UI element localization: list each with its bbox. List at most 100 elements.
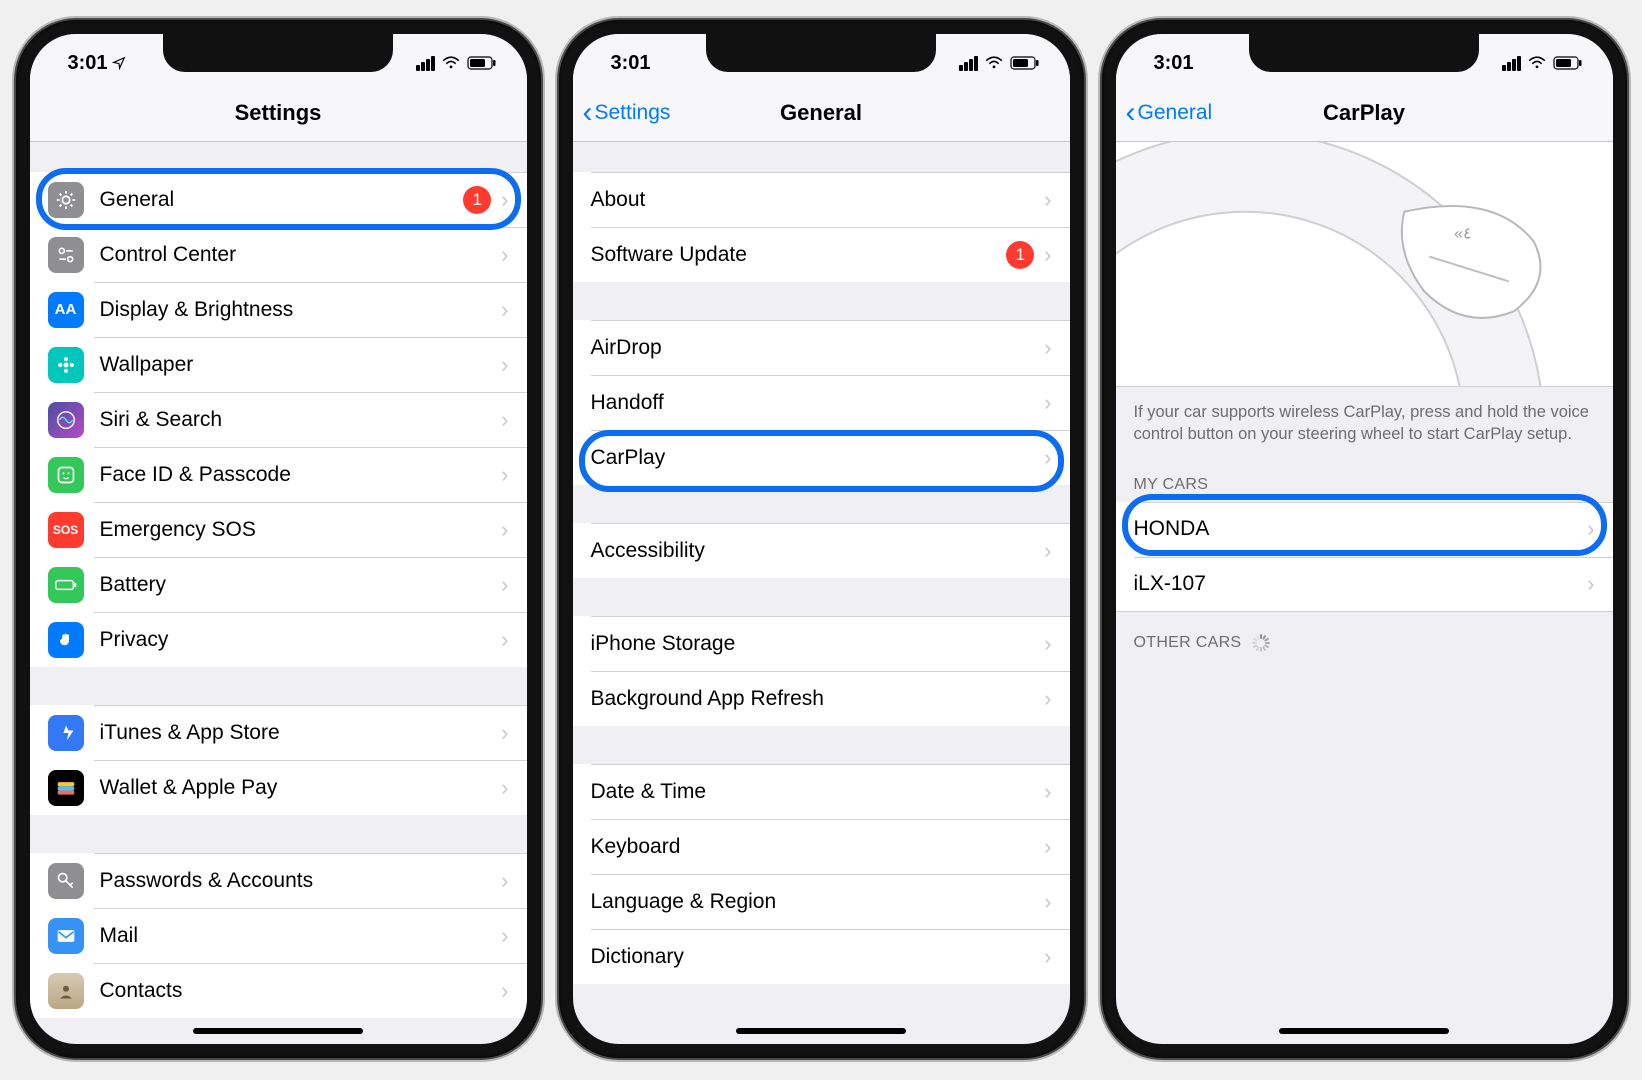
switches-icon — [48, 237, 84, 273]
general-row-carplay[interactable]: CarPlay › — [573, 430, 1070, 485]
chevron-right-icon: › — [1044, 242, 1051, 268]
cell-label: About — [591, 188, 1037, 212]
cell-label: Dictionary — [591, 945, 1037, 969]
wifi-icon — [1527, 56, 1547, 70]
phone-carplay: 3:01 ‹ General CarPlay «٤ — [1102, 20, 1627, 1058]
battery-icon — [467, 56, 497, 70]
general-row-about[interactable]: About › — [573, 172, 1070, 227]
siri-icon — [48, 402, 84, 438]
status-time: 3:01 — [68, 52, 108, 75]
notification-badge: 1 — [463, 186, 491, 214]
home-indicator[interactable] — [193, 1028, 363, 1034]
location-icon — [112, 56, 126, 70]
chevron-right-icon: › — [501, 978, 508, 1004]
general-row-keyboard[interactable]: Keyboard › — [573, 819, 1070, 874]
car-row-honda[interactable]: HONDA › — [1116, 502, 1613, 557]
chevron-right-icon: › — [501, 352, 508, 378]
notch — [163, 34, 393, 72]
cell-label: Background App Refresh — [591, 687, 1037, 711]
contacts-icon — [48, 973, 84, 1009]
cell-label: Privacy — [100, 628, 494, 652]
settings-row-wallet[interactable]: Wallet & Apple Pay › — [30, 760, 527, 815]
cell-label: Battery — [100, 573, 494, 597]
hand-icon — [48, 622, 84, 658]
home-indicator[interactable] — [1279, 1028, 1449, 1034]
back-button[interactable]: ‹ General — [1126, 101, 1213, 125]
car-row-ilx107[interactable]: iLX-107 › — [1116, 557, 1613, 612]
nav-bar: Settings — [30, 84, 527, 142]
chevron-right-icon: › — [501, 572, 508, 598]
chevron-right-icon: › — [1044, 187, 1051, 213]
settings-row-display-brightness[interactable]: AA Display & Brightness › — [30, 282, 527, 337]
settings-row-battery[interactable]: Battery › — [30, 557, 527, 612]
cell-label: Wallet & Apple Pay — [100, 776, 494, 800]
notification-badge: 1 — [1006, 241, 1034, 269]
general-row-software-update[interactable]: Software Update 1 › — [573, 227, 1070, 282]
cell-label: Passwords & Accounts — [100, 869, 494, 893]
back-label: General — [1138, 101, 1213, 125]
battery-icon — [1010, 56, 1040, 70]
cell-label: iTunes & App Store — [100, 721, 494, 745]
chevron-right-icon: › — [1044, 944, 1051, 970]
home-indicator[interactable] — [736, 1028, 906, 1034]
chevron-right-icon: › — [501, 627, 508, 653]
steering-wheel-illustration: «٤ — [1116, 142, 1613, 387]
nav-bar: ‹ General CarPlay — [1116, 84, 1613, 142]
chevron-right-icon: › — [1044, 390, 1051, 416]
cell-label: HONDA — [1134, 517, 1580, 541]
chevron-right-icon: › — [501, 868, 508, 894]
general-row-iphone-storage[interactable]: iPhone Storage › — [573, 616, 1070, 671]
general-row-date-time[interactable]: Date & Time › — [573, 764, 1070, 819]
chevron-right-icon: › — [1587, 571, 1594, 597]
cell-label: Handoff — [591, 391, 1037, 415]
cell-label: Accessibility — [591, 539, 1037, 563]
settings-row-contacts[interactable]: Contacts › — [30, 963, 527, 1018]
battery-icon — [1553, 56, 1583, 70]
settings-row-siri[interactable]: Siri & Search › — [30, 392, 527, 447]
general-row-dictionary[interactable]: Dictionary › — [573, 929, 1070, 984]
key-icon — [48, 863, 84, 899]
cell-label: Siri & Search — [100, 408, 494, 432]
mail-icon — [48, 918, 84, 954]
settings-row-privacy[interactable]: Privacy › — [30, 612, 527, 667]
settings-row-passwords[interactable]: Passwords & Accounts › — [30, 853, 527, 908]
chevron-right-icon: › — [501, 462, 508, 488]
flower-icon — [48, 347, 84, 383]
chevron-right-icon: › — [1044, 335, 1051, 361]
settings-row-wallpaper[interactable]: Wallpaper › — [30, 337, 527, 392]
sos-icon: SOS — [48, 512, 84, 548]
chevron-right-icon: › — [1044, 631, 1051, 657]
status-time: 3:01 — [611, 52, 651, 75]
nav-title: Settings — [235, 100, 322, 126]
help-text: If your car supports wireless CarPlay, p… — [1116, 387, 1613, 446]
text-size-icon: AA — [48, 292, 84, 328]
general-row-airdrop[interactable]: AirDrop › — [573, 320, 1070, 375]
settings-row-itunes[interactable]: iTunes & App Store › — [30, 705, 527, 760]
settings-row-sos[interactable]: SOS Emergency SOS › — [30, 502, 527, 557]
settings-row-faceid[interactable]: Face ID & Passcode › — [30, 447, 527, 502]
gear-icon — [48, 182, 84, 218]
general-row-background-refresh[interactable]: Background App Refresh › — [573, 671, 1070, 726]
chevron-right-icon: › — [501, 775, 508, 801]
chevron-right-icon: › — [501, 720, 508, 746]
cellular-icon — [959, 56, 978, 71]
chevron-right-icon: › — [1044, 834, 1051, 860]
general-row-handoff[interactable]: Handoff › — [573, 375, 1070, 430]
back-label: Settings — [595, 101, 671, 125]
general-row-language-region[interactable]: Language & Region › — [573, 874, 1070, 929]
cell-label: AirDrop — [591, 336, 1037, 360]
chevron-right-icon: › — [501, 407, 508, 433]
nav-title: General — [780, 100, 862, 126]
wallet-icon — [48, 770, 84, 806]
back-button[interactable]: ‹ Settings — [583, 101, 671, 125]
cellular-icon — [416, 56, 435, 71]
cell-label: iLX-107 — [1134, 572, 1580, 596]
settings-row-general[interactable]: General 1 › — [30, 172, 527, 227]
nav-title: CarPlay — [1323, 100, 1405, 126]
section-header-mycars: MY CARS — [1116, 468, 1613, 502]
settings-row-mail[interactable]: Mail › — [30, 908, 527, 963]
chevron-left-icon: ‹ — [583, 104, 593, 122]
settings-row-control-center[interactable]: Control Center › — [30, 227, 527, 282]
chevron-right-icon: › — [1044, 445, 1051, 471]
general-row-accessibility[interactable]: Accessibility › — [573, 523, 1070, 578]
